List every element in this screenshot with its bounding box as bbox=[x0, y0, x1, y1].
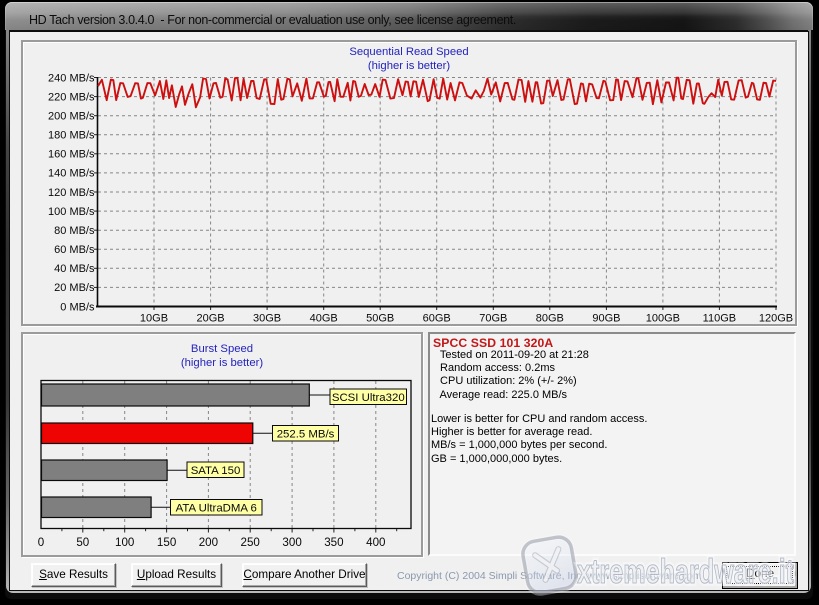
svg-text:50GB: 50GB bbox=[366, 313, 394, 324]
svg-text:80 MB/s: 80 MB/s bbox=[54, 225, 95, 237]
svg-text:120GB: 120GB bbox=[759, 313, 793, 324]
svg-text:20GB: 20GB bbox=[197, 313, 225, 324]
svg-text:60GB: 60GB bbox=[423, 313, 451, 324]
svg-text:SATA 150: SATA 150 bbox=[191, 465, 241, 477]
svg-text:110GB: 110GB bbox=[703, 313, 736, 324]
svg-text:200: 200 bbox=[199, 536, 218, 549]
svg-text:30GB: 30GB bbox=[253, 313, 281, 324]
svg-text:140 MB/s: 140 MB/s bbox=[48, 168, 95, 180]
svg-text:160 MB/s: 160 MB/s bbox=[48, 149, 95, 161]
svg-text:220 MB/s: 220 MB/s bbox=[48, 91, 95, 103]
svg-text:60 MB/s: 60 MB/s bbox=[54, 244, 95, 256]
svg-text:90GB: 90GB bbox=[592, 313, 620, 324]
svg-text:20 MB/s: 20 MB/s bbox=[54, 282, 95, 294]
svg-text:80GB: 80GB bbox=[536, 313, 564, 324]
svg-text:70GB: 70GB bbox=[479, 313, 507, 324]
svg-text:SCSI Ultra320: SCSI Ultra320 bbox=[332, 392, 405, 404]
svg-text:0: 0 bbox=[38, 536, 44, 549]
svg-text:180 MB/s: 180 MB/s bbox=[48, 130, 95, 142]
svg-text:100 MB/s: 100 MB/s bbox=[48, 206, 95, 218]
svg-text:100: 100 bbox=[115, 536, 134, 549]
svg-text:252.5 MB/s: 252.5 MB/s bbox=[277, 429, 335, 441]
svg-text:100GB: 100GB bbox=[646, 313, 680, 324]
svg-text:40 MB/s: 40 MB/s bbox=[54, 263, 95, 275]
svg-text:300: 300 bbox=[282, 536, 301, 549]
svg-text:400: 400 bbox=[366, 536, 385, 549]
svg-text:0 MB/s: 0 MB/s bbox=[60, 301, 95, 313]
svg-text:50: 50 bbox=[76, 536, 89, 549]
svg-text:120 MB/s: 120 MB/s bbox=[48, 187, 95, 199]
svg-text:240 MB/s: 240 MB/s bbox=[48, 72, 95, 84]
svg-text:10GB: 10GB bbox=[140, 313, 168, 324]
svg-text:ATA UltraDMA 6: ATA UltraDMA 6 bbox=[176, 503, 257, 515]
svg-text:150: 150 bbox=[157, 536, 176, 549]
svg-text:250: 250 bbox=[241, 536, 260, 549]
svg-text:350: 350 bbox=[324, 536, 343, 549]
svg-text:200 MB/s: 200 MB/s bbox=[48, 111, 95, 123]
svg-text:40GB: 40GB bbox=[310, 313, 338, 324]
